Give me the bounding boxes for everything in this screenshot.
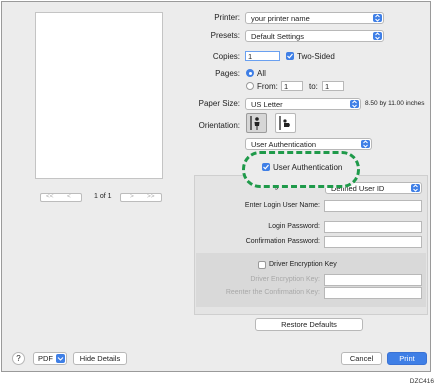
driver-encryption-key-checkbox[interactable]: [258, 261, 266, 269]
pages-from-label: From:: [257, 82, 278, 91]
driver-encryption-key-field[interactable]: [324, 274, 422, 286]
pages-all-label: All: [257, 69, 266, 78]
orientation-portrait-button[interactable]: [246, 113, 267, 133]
print-button[interactable]: Print: [387, 352, 427, 365]
restore-defaults-button[interactable]: Restore Defaults: [255, 318, 363, 331]
printer-value: your printer name: [251, 14, 310, 23]
copies-value: 1: [248, 52, 253, 61]
section-select[interactable]: User Authentication: [245, 138, 372, 150]
user-authentication-checkbox[interactable]: [262, 163, 270, 171]
nav-next-icon[interactable]: >: [130, 193, 134, 200]
confirmation-password-label: Confirmation Password:: [245, 238, 320, 245]
reenter-confirmation-key-field[interactable]: [324, 287, 422, 299]
help-icon: ?: [16, 354, 21, 363]
print-dialog: << < 1 of 1 > >> Printer: your printer n…: [1, 1, 431, 372]
paper-size-dimensions: 8.50 by 11.00 inches: [365, 100, 425, 107]
section-value: User Authentication: [251, 140, 317, 149]
copies-field[interactable]: 1: [245, 51, 280, 61]
user-authentication-label: User Authentication: [273, 163, 343, 172]
pdf-menu-button[interactable]: PDF: [33, 352, 67, 365]
nav-prev-icon[interactable]: <: [67, 193, 71, 200]
pages-to-label: to:: [309, 82, 318, 91]
pages-from-radio[interactable]: [246, 82, 254, 90]
login-password-label: Login Password:: [268, 223, 320, 230]
two-sided-checkbox[interactable]: [286, 52, 294, 60]
enter-login-user-name-label: Enter Login User Name:: [244, 202, 320, 209]
nav-first-icon[interactable]: <<: [46, 193, 54, 200]
pages-from-field[interactable]: 1: [281, 81, 303, 91]
pages-label: Pages:: [215, 69, 240, 78]
paper-size-value: US Letter: [251, 100, 283, 109]
pages-to-value: 1: [325, 82, 330, 91]
cancel-button[interactable]: Cancel: [341, 352, 382, 365]
driver-encryption-key-checkbox-label: Driver Encryption Key: [269, 261, 337, 268]
reenter-confirmation-key-label: Reenter the Confirmation Key:: [225, 289, 320, 296]
pdf-label: PDF: [38, 354, 53, 363]
landscape-icon: [279, 116, 290, 130]
printer-select[interactable]: your printer name: [245, 12, 384, 24]
printer-label: Printer:: [214, 13, 240, 22]
page-preview: [35, 12, 163, 179]
login-password-field[interactable]: [324, 221, 422, 233]
presets-label: Presets:: [210, 31, 240, 40]
pages-to-field[interactable]: 1: [322, 81, 344, 91]
orientation-landscape-button[interactable]: [275, 113, 296, 133]
nav-last-icon[interactable]: >>: [147, 193, 155, 200]
chevron-updown-icon: [411, 184, 420, 192]
paper-size-label: Paper Size:: [198, 99, 240, 108]
figure-code: DZC416: [409, 378, 434, 385]
hide-details-button[interactable]: Hide Details: [73, 352, 127, 365]
confirmation-password-field[interactable]: [324, 236, 422, 248]
paper-size-select[interactable]: US Letter: [245, 98, 361, 110]
chevron-updown-icon: [350, 100, 359, 108]
nav-next-last-control[interactable]: > >>: [120, 193, 162, 202]
presets-value: Default Settings: [251, 32, 304, 41]
chevron-updown-icon: [361, 140, 370, 148]
chevron-updown-icon: [373, 14, 382, 22]
page-indicator: 1 of 1: [94, 193, 112, 200]
chevron-updown-icon: [373, 32, 382, 40]
copies-label: Copies:: [212, 52, 240, 61]
pages-from-value: 1: [284, 82, 289, 91]
chevron-down-icon: [56, 354, 65, 363]
orientation-label: Orientation:: [198, 121, 240, 130]
driver-encryption-key-label: Driver Encryption Key:: [250, 276, 320, 283]
portrait-icon: [250, 116, 260, 130]
two-sided-label: Two-Sided: [297, 52, 335, 61]
pages-all-radio[interactable]: [246, 69, 254, 77]
presets-select[interactable]: Default Settings: [245, 30, 384, 42]
help-button[interactable]: ?: [12, 352, 25, 365]
nav-first-prev-control[interactable]: << <: [40, 193, 82, 202]
enter-login-user-name-field[interactable]: [324, 200, 422, 212]
